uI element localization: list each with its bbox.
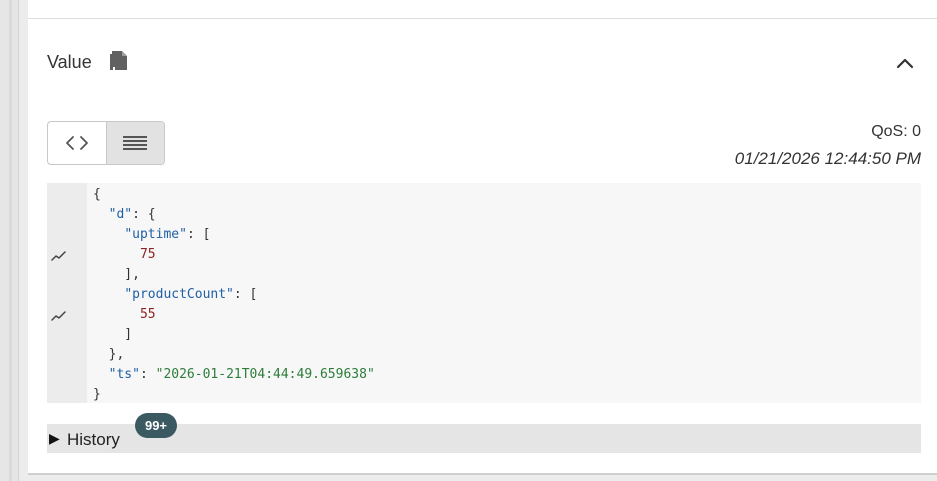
copy-icon[interactable] bbox=[108, 49, 130, 73]
json-token: : [ bbox=[186, 227, 211, 242]
json-line: ] bbox=[93, 325, 132, 345]
code-icon bbox=[65, 136, 88, 150]
history-count-badge: 99+ bbox=[135, 413, 177, 438]
json-line: "uptime": [ bbox=[93, 225, 210, 245]
value-title: Value bbox=[47, 52, 92, 72]
qos-label: QoS: 0 bbox=[871, 123, 921, 140]
json-token: "2026-01-21T04:44:49.659638" bbox=[155, 367, 375, 382]
history-toggle[interactable]: ▶ History bbox=[47, 424, 921, 453]
message-timestamp: 01/21/2026 12:44:50 PM bbox=[734, 149, 921, 168]
value-card: Value QoS: 0 01/21/2026 12:44:50 PM {"d… bbox=[28, 19, 937, 475]
json-line: 75 bbox=[93, 245, 156, 265]
json-token: "ts" bbox=[108, 367, 140, 382]
code-view-button[interactable] bbox=[48, 122, 106, 164]
json-token: ] bbox=[93, 327, 133, 342]
json-token: "uptime" bbox=[124, 227, 187, 242]
json-payload-viewer[interactable]: { "d": { "uptime": [ 75 ], "productCount… bbox=[47, 183, 921, 403]
list-icon bbox=[123, 136, 148, 150]
json-token: "d" bbox=[108, 207, 133, 222]
json-line: ], bbox=[93, 265, 140, 285]
plot-chart-icon[interactable] bbox=[51, 309, 67, 321]
json-token: : bbox=[139, 367, 156, 382]
json-line: "d": { bbox=[93, 205, 156, 225]
json-token: 55 bbox=[139, 307, 156, 322]
json-token: 75 bbox=[139, 247, 156, 262]
json-line: } bbox=[93, 385, 101, 405]
json-line: 55 bbox=[93, 305, 156, 325]
value-card-header[interactable]: Value bbox=[28, 19, 937, 109]
list-view-button[interactable] bbox=[105, 122, 164, 164]
json-token: : [ bbox=[233, 287, 258, 302]
history-label: History bbox=[67, 430, 120, 449]
json-line: }, bbox=[93, 345, 125, 365]
plot-chart-icon[interactable] bbox=[51, 249, 67, 261]
json-token: : { bbox=[132, 207, 156, 222]
previous-panel-edge bbox=[28, 0, 937, 19]
expand-arrow-icon: ▶ bbox=[49, 430, 60, 446]
chevron-up-icon[interactable] bbox=[893, 52, 917, 76]
left-rail bbox=[0, 0, 19, 481]
view-mode-toggle bbox=[47, 121, 165, 165]
json-token: "productCount" bbox=[124, 287, 234, 302]
json-line: "ts": "2026-01-21T04:44:49.659638" bbox=[93, 365, 375, 385]
json-token: { bbox=[93, 187, 101, 202]
json-token: ], bbox=[93, 267, 140, 282]
json-token: }, bbox=[93, 347, 125, 362]
json-token: } bbox=[93, 387, 101, 402]
json-line: "productCount": [ bbox=[93, 285, 257, 305]
json-line: { bbox=[93, 185, 101, 205]
code-gutter bbox=[47, 183, 87, 403]
